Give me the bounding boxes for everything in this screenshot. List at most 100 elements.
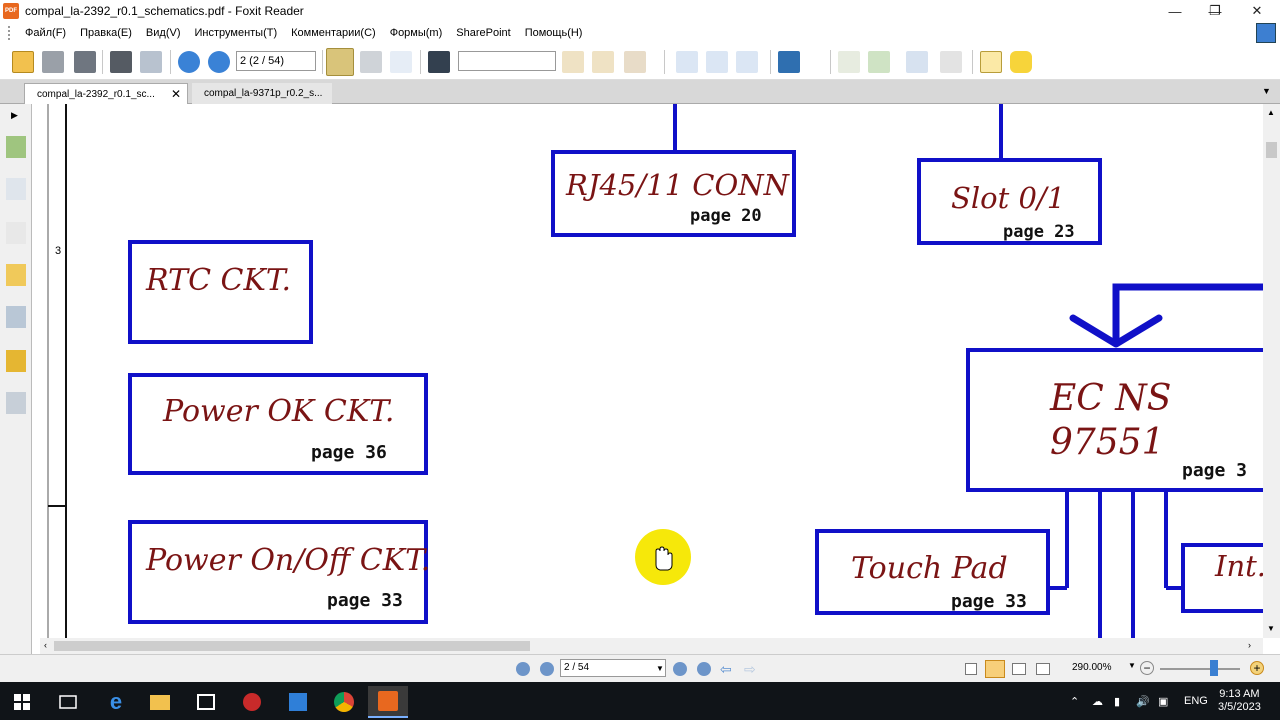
highlight-icon[interactable] [624,51,646,73]
actual-size-icon[interactable] [676,51,698,73]
close-tab-icon[interactable]: ✕ [171,84,181,105]
tab-bar: compal_la-2392_r0.1_sc... ✕ compal_la-93… [0,80,1280,104]
layers-panel-icon[interactable] [6,222,26,244]
email-icon[interactable] [140,51,162,73]
rj45-block-title: RJ45/11 CONN [565,168,791,202]
start-windows-icon[interactable] [2,686,42,718]
first-page-icon[interactable] [516,662,530,676]
zoom-out-icon[interactable]: − [1140,661,1154,675]
zoom-level[interactable]: 290.00% [1072,662,1111,673]
save-icon[interactable] [42,51,64,73]
scroll-right-icon[interactable]: › [1248,640,1251,650]
select-text-icon[interactable] [360,51,382,73]
ec-block-page: page 3 [1182,460,1247,481]
menu-comments[interactable]: Комментарии(C) [284,27,383,39]
last-page-icon[interactable] [697,662,711,676]
previous-page-icon[interactable] [178,51,200,73]
language-indicator[interactable]: ENG [1184,682,1208,720]
print-icon[interactable] [110,51,132,73]
app-blue-icon[interactable] [278,686,318,718]
foxit-app-icon: PDF [3,3,19,19]
insert-page-icon[interactable] [940,51,962,73]
vertical-scrollbar[interactable]: ▲ ▼ [1263,104,1280,638]
volume-icon[interactable]: 🔊 [1136,682,1150,720]
notification-icon[interactable]: ▣ [1158,682,1168,720]
save-as-icon[interactable] [74,51,96,73]
rotate-view-icon[interactable] [778,51,800,73]
network-icon[interactable]: ☁ [1092,682,1103,720]
show-hidden-icons[interactable]: ⌃ [1070,682,1079,720]
scroll-left-icon[interactable]: ‹ [44,640,47,650]
int-block-title: Int. [1214,549,1263,583]
horizontal-scroll-thumb[interactable] [54,641,530,651]
single-page-view-icon[interactable] [965,663,977,675]
page-dropdown-icon[interactable]: ▼ [656,664,664,673]
previous-page-status-icon[interactable] [540,662,554,676]
menu-tools[interactable]: Инструменты(T) [188,27,285,39]
next-page-status-icon[interactable] [673,662,687,676]
touchpad-block-page: page 33 [951,591,1027,612]
security-lock-icon[interactable] [6,350,26,372]
corner-app-icon[interactable] [1256,23,1276,43]
file-explorer-icon[interactable] [140,686,180,718]
chrome-icon[interactable] [324,686,364,718]
go-forward-icon[interactable]: ⇨ [744,661,756,678]
close-button[interactable]: ✕ [1237,0,1277,22]
find-next-icon[interactable] [592,51,614,73]
menu-sharepoint[interactable]: SharePoint [449,27,517,39]
binoculars-search-icon[interactable] [428,51,450,73]
page-number-field[interactable]: 2 (2 / 54) [236,51,316,71]
find-previous-icon[interactable] [562,51,584,73]
restore-button[interactable]: ❐ [1195,0,1235,22]
continuous-facing-view-icon[interactable] [1036,663,1050,675]
attachments-panel-icon[interactable] [6,306,26,328]
edge-browser-icon[interactable]: e [96,686,136,718]
bookmarks-panel-icon[interactable] [6,178,26,200]
tab-document-1[interactable]: compal_la-2392_r0.1_sc... ✕ [24,83,188,104]
battery-icon[interactable]: ▮ [1114,682,1120,720]
hand-tool-icon[interactable] [326,48,354,76]
vertical-scroll-thumb[interactable] [1266,142,1277,158]
task-view-icon[interactable] [48,686,88,718]
horizontal-scrollbar[interactable]: ‹ › [40,638,1263,654]
comments-panel-icon[interactable] [6,264,26,286]
fit-width-icon[interactable] [736,51,758,73]
status-page-field[interactable]: 2 / 54 [560,659,666,677]
note-comment-icon[interactable] [1010,51,1032,73]
facing-view-icon[interactable] [1012,663,1026,675]
scroll-down-icon[interactable]: ▼ [1267,624,1275,633]
search-input[interactable] [458,51,556,71]
expand-panel-icon[interactable]: ▶ [11,110,18,121]
toolbar: 2 (2 / 54) [0,44,1280,80]
zoom-slider-track[interactable] [1160,668,1240,670]
tabs-menu-chevron-icon[interactable]: ▼ [1262,86,1271,96]
foxit-taskbar-icon[interactable] [368,686,408,718]
signature-panel-icon[interactable] [6,392,26,414]
continuous-view-icon[interactable] [985,660,1005,678]
menu-view[interactable]: Вид(V) [139,27,188,39]
scroll-up-icon[interactable]: ▲ [1267,108,1275,117]
go-back-icon[interactable]: ⇦ [720,661,732,678]
store-icon[interactable] [186,686,226,718]
document-icon[interactable] [906,51,928,73]
app-red-icon[interactable] [232,686,272,718]
open-file-icon[interactable] [12,51,34,73]
create-pdf-icon[interactable] [838,51,860,73]
tab-document-2[interactable]: compal_la-9371p_r0.2_s... [192,83,332,104]
next-page-icon[interactable] [208,51,230,73]
zoom-slider-thumb[interactable] [1210,660,1218,676]
menu-forms[interactable]: Формы(m) [383,27,450,39]
select-arrow-icon[interactable] [390,51,412,73]
clock[interactable]: 9:13 AM 3/5/2023 [1218,682,1261,720]
pages-panel-icon[interactable] [6,136,26,158]
typewriter-icon[interactable] [980,51,1002,73]
zoom-dropdown-icon[interactable]: ▼ [1128,661,1136,670]
menu-edit[interactable]: Правка(E) [73,27,139,39]
document-view[interactable]: 3 RJ45/11 CONN page 20 Slot 0/1 page 23 … [33,104,1263,638]
minimize-icon[interactable]: — [1155,0,1195,22]
export-pdf-icon[interactable] [868,51,890,73]
fit-page-icon[interactable] [706,51,728,73]
menu-help[interactable]: Помощь(H) [518,27,590,39]
zoom-in-icon[interactable]: + [1250,661,1264,675]
menu-file[interactable]: Файл(F) [18,27,73,39]
